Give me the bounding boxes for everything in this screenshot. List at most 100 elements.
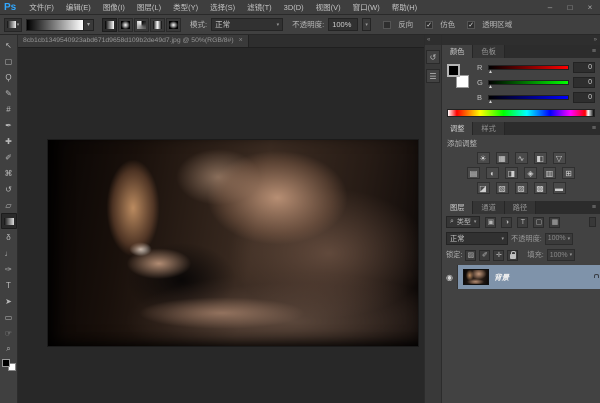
- properties-panel-button[interactable]: ☰: [426, 69, 440, 83]
- menu-edit[interactable]: 编辑(E): [60, 0, 97, 15]
- diamond-gradient-button[interactable]: [166, 18, 181, 32]
- gradient-tool[interactable]: [1, 213, 17, 229]
- maximize-button[interactable]: □: [560, 0, 580, 15]
- marquee-tool[interactable]: ▢: [1, 53, 17, 69]
- background-layer-row[interactable]: ◉ 背景: [442, 265, 600, 289]
- menu-type[interactable]: 类型(Y): [167, 0, 204, 15]
- levels-button[interactable]: ▦: [496, 152, 509, 164]
- lock-transparency-button[interactable]: ▨: [465, 250, 476, 261]
- black-white-button[interactable]: ◨: [505, 167, 518, 179]
- menu-filter[interactable]: 滤镜(T): [241, 0, 278, 15]
- foreground-background-swatches[interactable]: [2, 359, 16, 371]
- tab-channels[interactable]: 通道: [473, 201, 504, 214]
- green-value[interactable]: 0: [573, 77, 595, 88]
- tab-adjustments[interactable]: 调整: [442, 122, 473, 135]
- reverse-checkbox[interactable]: [383, 21, 391, 29]
- pen-tool[interactable]: ✑: [1, 261, 17, 277]
- filter-adjustment-layers-button[interactable]: ◑: [501, 217, 512, 228]
- radial-gradient-button[interactable]: [118, 18, 133, 32]
- mode-select[interactable]: 正常 ▾: [211, 18, 283, 31]
- tab-close-icon[interactable]: ×: [239, 35, 243, 47]
- menu-select[interactable]: 选择(S): [204, 0, 241, 15]
- gradient-dropdown-button[interactable]: ▾: [84, 19, 94, 31]
- lock-position-button[interactable]: ✛: [493, 250, 504, 261]
- shape-tool[interactable]: ▭: [1, 309, 17, 325]
- eraser-tool[interactable]: ▱: [1, 197, 17, 213]
- slider-thumb-icon[interactable]: ▲: [488, 84, 493, 90]
- brush-tool[interactable]: ✐: [1, 149, 17, 165]
- brightness-contrast-button[interactable]: ☀: [477, 152, 490, 164]
- channel-mixer-button[interactable]: ▥: [543, 167, 556, 179]
- panel-menu-icon[interactable]: ≡: [588, 122, 600, 135]
- menu-layer[interactable]: 图层(L): [131, 0, 167, 15]
- tab-color[interactable]: 颜色: [442, 45, 473, 58]
- dither-checkbox[interactable]: ✓: [425, 21, 433, 29]
- panel-menu-icon[interactable]: ≡: [588, 201, 600, 214]
- gradient-map-button[interactable]: ▬: [553, 182, 566, 194]
- color-lookup-button[interactable]: ⊞: [562, 167, 575, 179]
- gradient-picker[interactable]: ▾: [26, 19, 94, 31]
- canvas-pasteboard[interactable]: [18, 48, 424, 403]
- type-tool[interactable]: T: [1, 277, 17, 293]
- angle-gradient-button[interactable]: [134, 18, 149, 32]
- layer-opacity-input[interactable]: 100% ▾: [545, 233, 573, 245]
- lock-pixels-button[interactable]: ✐: [479, 250, 490, 261]
- menu-3d[interactable]: 3D(D): [278, 0, 310, 15]
- lasso-tool[interactable]: Ϙ: [1, 69, 17, 85]
- menu-file[interactable]: 文件(F): [23, 0, 60, 15]
- foreground-color-swatch[interactable]: [447, 64, 460, 77]
- menu-help[interactable]: 帮助(H): [386, 0, 423, 15]
- vibrance-button[interactable]: ▽: [553, 152, 566, 164]
- linear-gradient-button[interactable]: [102, 18, 117, 32]
- filter-toggle[interactable]: [589, 217, 596, 227]
- crop-tool[interactable]: #: [1, 101, 17, 117]
- history-panel-button[interactable]: ↺: [426, 50, 440, 64]
- slider-thumb-icon[interactable]: ▲: [488, 99, 493, 105]
- clone-stamp-tool[interactable]: ⌘: [1, 165, 17, 181]
- eyedropper-tool[interactable]: ✒: [1, 117, 17, 133]
- layer-thumbnail[interactable]: [463, 269, 489, 285]
- history-brush-tool[interactable]: ↺: [1, 181, 17, 197]
- opacity-input[interactable]: 100%: [328, 18, 358, 31]
- blend-mode-select[interactable]: 正常 ▾: [446, 232, 508, 245]
- green-slider[interactable]: ▲: [488, 80, 569, 85]
- tab-paths[interactable]: 路径: [505, 201, 536, 214]
- tool-preset-picker[interactable]: ▾: [4, 18, 22, 32]
- hand-tool[interactable]: ☞: [1, 325, 17, 341]
- blue-slider[interactable]: ▲: [488, 95, 569, 100]
- panel-menu-icon[interactable]: ≡: [588, 45, 600, 58]
- dodge-tool[interactable]: ♩: [1, 245, 17, 261]
- blur-tool[interactable]: δ: [1, 229, 17, 245]
- move-tool[interactable]: ↖: [1, 37, 17, 53]
- reflected-gradient-button[interactable]: [150, 18, 165, 32]
- curves-button[interactable]: ∿: [515, 152, 528, 164]
- minimize-button[interactable]: –: [540, 0, 560, 15]
- tab-swatches[interactable]: 色板: [473, 45, 504, 58]
- hue-saturation-button[interactable]: ▤: [467, 167, 480, 179]
- invert-button[interactable]: ◪: [477, 182, 490, 194]
- color-spectrum-ramp[interactable]: [447, 109, 595, 117]
- menu-image[interactable]: 图像(I): [97, 0, 131, 15]
- exposure-button[interactable]: ◧: [534, 152, 547, 164]
- lock-all-button[interactable]: [507, 250, 518, 261]
- zoom-tool[interactable]: ⌕: [1, 341, 17, 357]
- opacity-dropdown-button[interactable]: ▾: [362, 18, 371, 31]
- close-button[interactable]: ×: [580, 0, 600, 15]
- foreground-color-swatch[interactable]: [2, 359, 10, 367]
- red-slider[interactable]: ▲: [488, 65, 569, 70]
- filter-shape-layers-button[interactable]: ▢: [533, 217, 544, 228]
- menu-view[interactable]: 视图(V): [310, 0, 347, 15]
- color-balance-button[interactable]: ◐: [486, 167, 499, 179]
- gradient-preview[interactable]: [26, 19, 84, 31]
- filter-pixel-layers-button[interactable]: ▣: [485, 217, 496, 228]
- path-selection-tool[interactable]: ➤: [1, 293, 17, 309]
- transparency-checkbox[interactable]: ✓: [467, 21, 475, 29]
- spot-healing-tool[interactable]: ✚: [1, 133, 17, 149]
- posterize-button[interactable]: ▧: [496, 182, 509, 194]
- red-value[interactable]: 0: [573, 62, 595, 73]
- menu-window[interactable]: 窗口(W): [347, 0, 386, 15]
- filter-type-layers-button[interactable]: T: [517, 217, 528, 228]
- layer-visibility-toggle[interactable]: ◉: [442, 265, 458, 289]
- dock-collapse-right[interactable]: »: [442, 35, 600, 45]
- tab-styles[interactable]: 样式: [473, 122, 504, 135]
